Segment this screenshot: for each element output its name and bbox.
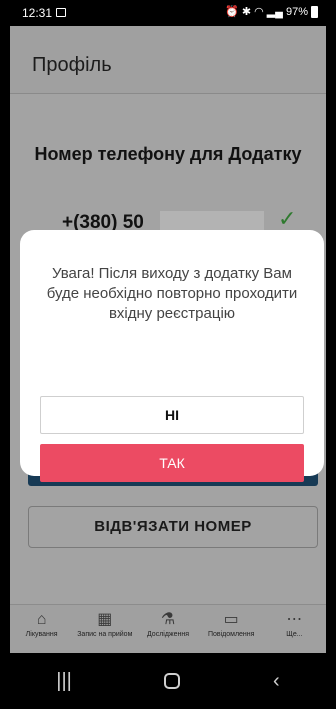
home-icon[interactable] bbox=[164, 673, 181, 689]
message-icon: ▭ bbox=[223, 611, 239, 628]
logout-confirm-dialog: Увага! Після виходу з додатку Вам буде н… bbox=[20, 230, 324, 482]
battery-icon bbox=[311, 5, 318, 18]
nav-label: Дослідження bbox=[146, 631, 190, 638]
nav-label: Лікування bbox=[25, 631, 58, 638]
dialog-message: Увага! Після виходу з додатку Вам буде н… bbox=[46, 265, 298, 322]
app-screen: Профіль Номер телефону для Додатку +(380… bbox=[10, 26, 326, 653]
status-icons: ⏰ ✱ ◠ ▂▄ 97% bbox=[225, 5, 318, 18]
flask-icon: ⚗ bbox=[160, 611, 176, 628]
app-header: Профіль bbox=[10, 26, 326, 94]
bottom-nav: ⌂ Лікування ▦ Запис на прийом ⚗ Дослідже… bbox=[10, 604, 326, 653]
battery-level: 97% bbox=[285, 5, 308, 18]
wifi-icon: ◠ bbox=[254, 6, 264, 18]
nav-item-more[interactable]: ⋯ Ще... bbox=[263, 605, 326, 653]
back-icon[interactable]: ‹ bbox=[273, 670, 280, 693]
nav-item-appointment[interactable]: ▦ Запис на прийом bbox=[73, 605, 136, 653]
phone-screen: 12:31 ⏰ ✱ ◠ ▂▄ 97% Профіль Номер телефон… bbox=[10, 0, 326, 709]
bluetooth-icon: ✱ bbox=[241, 6, 252, 18]
page-title: Профіль bbox=[32, 54, 112, 76]
unbind-number-button[interactable]: ВІДВ'ЯЗАТИ НОМЕР bbox=[28, 506, 318, 548]
calendar-icon: ▦ bbox=[97, 611, 113, 628]
nav-label: Запис на прийом bbox=[77, 631, 133, 638]
status-bar: 12:31 ⏰ ✱ ◠ ▂▄ 97% bbox=[10, 0, 326, 26]
yes-button[interactable]: ТАК bbox=[40, 444, 304, 482]
nav-item-treatment[interactable]: ⌂ Лікування bbox=[10, 605, 73, 653]
recents-icon[interactable]: ||| bbox=[56, 670, 72, 693]
status-time: 12:31 bbox=[22, 6, 53, 20]
check-icon: ✓ bbox=[278, 206, 297, 231]
nav-label: Повідомлення bbox=[207, 631, 255, 638]
home-icon: ⌂ bbox=[36, 611, 47, 628]
phone-section-title: Номер телефону для Додатку bbox=[34, 144, 302, 164]
nav-item-messages[interactable]: ▭ Повідомлення bbox=[200, 605, 263, 653]
signal-icon: ▂▄ bbox=[266, 6, 283, 18]
nav-label: Ще... bbox=[286, 631, 303, 638]
system-nav-bar: ||| ‹ bbox=[10, 653, 326, 709]
alarm-icon: ⏰ bbox=[225, 6, 239, 18]
no-button[interactable]: НІ bbox=[40, 396, 304, 434]
more-icon: ⋯ bbox=[286, 611, 303, 628]
image-icon bbox=[56, 8, 66, 17]
nav-item-research[interactable]: ⚗ Дослідження bbox=[136, 605, 199, 653]
